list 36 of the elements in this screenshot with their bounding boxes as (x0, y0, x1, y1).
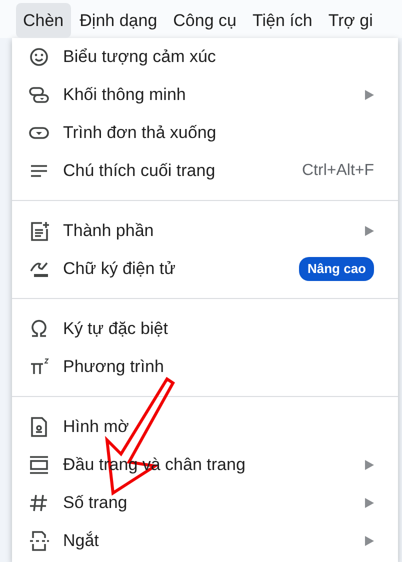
menu-tab[interactable]: Trợ gi (321, 2, 380, 38)
menu-item[interactable]: Số trang (12, 484, 398, 522)
emoji-icon (28, 46, 50, 68)
menu-item-label: Khối thông minh (63, 84, 187, 106)
menu-item[interactable]: Phương trình (12, 348, 398, 386)
menu-item[interactable]: Hình mờ (12, 408, 398, 446)
menu-item-label: Biểu tượng cảm xúc (63, 46, 217, 68)
menu-item[interactable]: Ngắt (12, 522, 398, 560)
menu-tab[interactable]: Định dạng (72, 2, 164, 38)
menu-tab[interactable]: Chèn (16, 2, 71, 38)
menu-item[interactable]: Khối thông minh (12, 76, 398, 114)
document-plus-icon (28, 220, 50, 242)
menu-item-label: Ký tự đặc biệt (63, 318, 169, 340)
shortcut-text: Ctrl+Alt+F (302, 161, 374, 181)
menu-item[interactable]: Chữ ký điện tử Nâng cao (12, 250, 398, 288)
menu-item-label: Ngắt (63, 530, 100, 552)
smart-chip-icon (28, 84, 50, 106)
menu-item-label: Số trang (63, 492, 128, 514)
menu-item-label: Thành phần (63, 220, 155, 242)
menu-item[interactable]: Chú thích cuối trang Ctrl+Alt+F (12, 152, 398, 190)
menu-item[interactable]: Biểu tượng cảm xúc (12, 38, 398, 76)
page-break-icon (28, 530, 50, 552)
watermark-icon (28, 416, 50, 438)
feature-tag: Nâng cao (299, 257, 374, 281)
header-footer-icon (28, 454, 50, 476)
menu-item-label: Hình mờ (63, 416, 130, 438)
menu-item-label: Phương trình (63, 356, 165, 378)
menu-item-label: Chữ ký điện tử (63, 258, 177, 280)
menu-item-label: Chú thích cuối trang (63, 160, 216, 182)
menu-item[interactable]: Ký tự đặc biệt (12, 310, 398, 348)
menu-item[interactable]: Thành phần (12, 212, 398, 250)
menu-item[interactable]: Trình đơn thả xuống (12, 114, 398, 152)
menu-tab[interactable]: Công cụ (166, 2, 244, 38)
hash-icon (28, 492, 50, 514)
menu-item-label: Trình đơn thả xuống (63, 122, 218, 144)
menu-tab[interactable]: Tiện ích (245, 2, 320, 38)
